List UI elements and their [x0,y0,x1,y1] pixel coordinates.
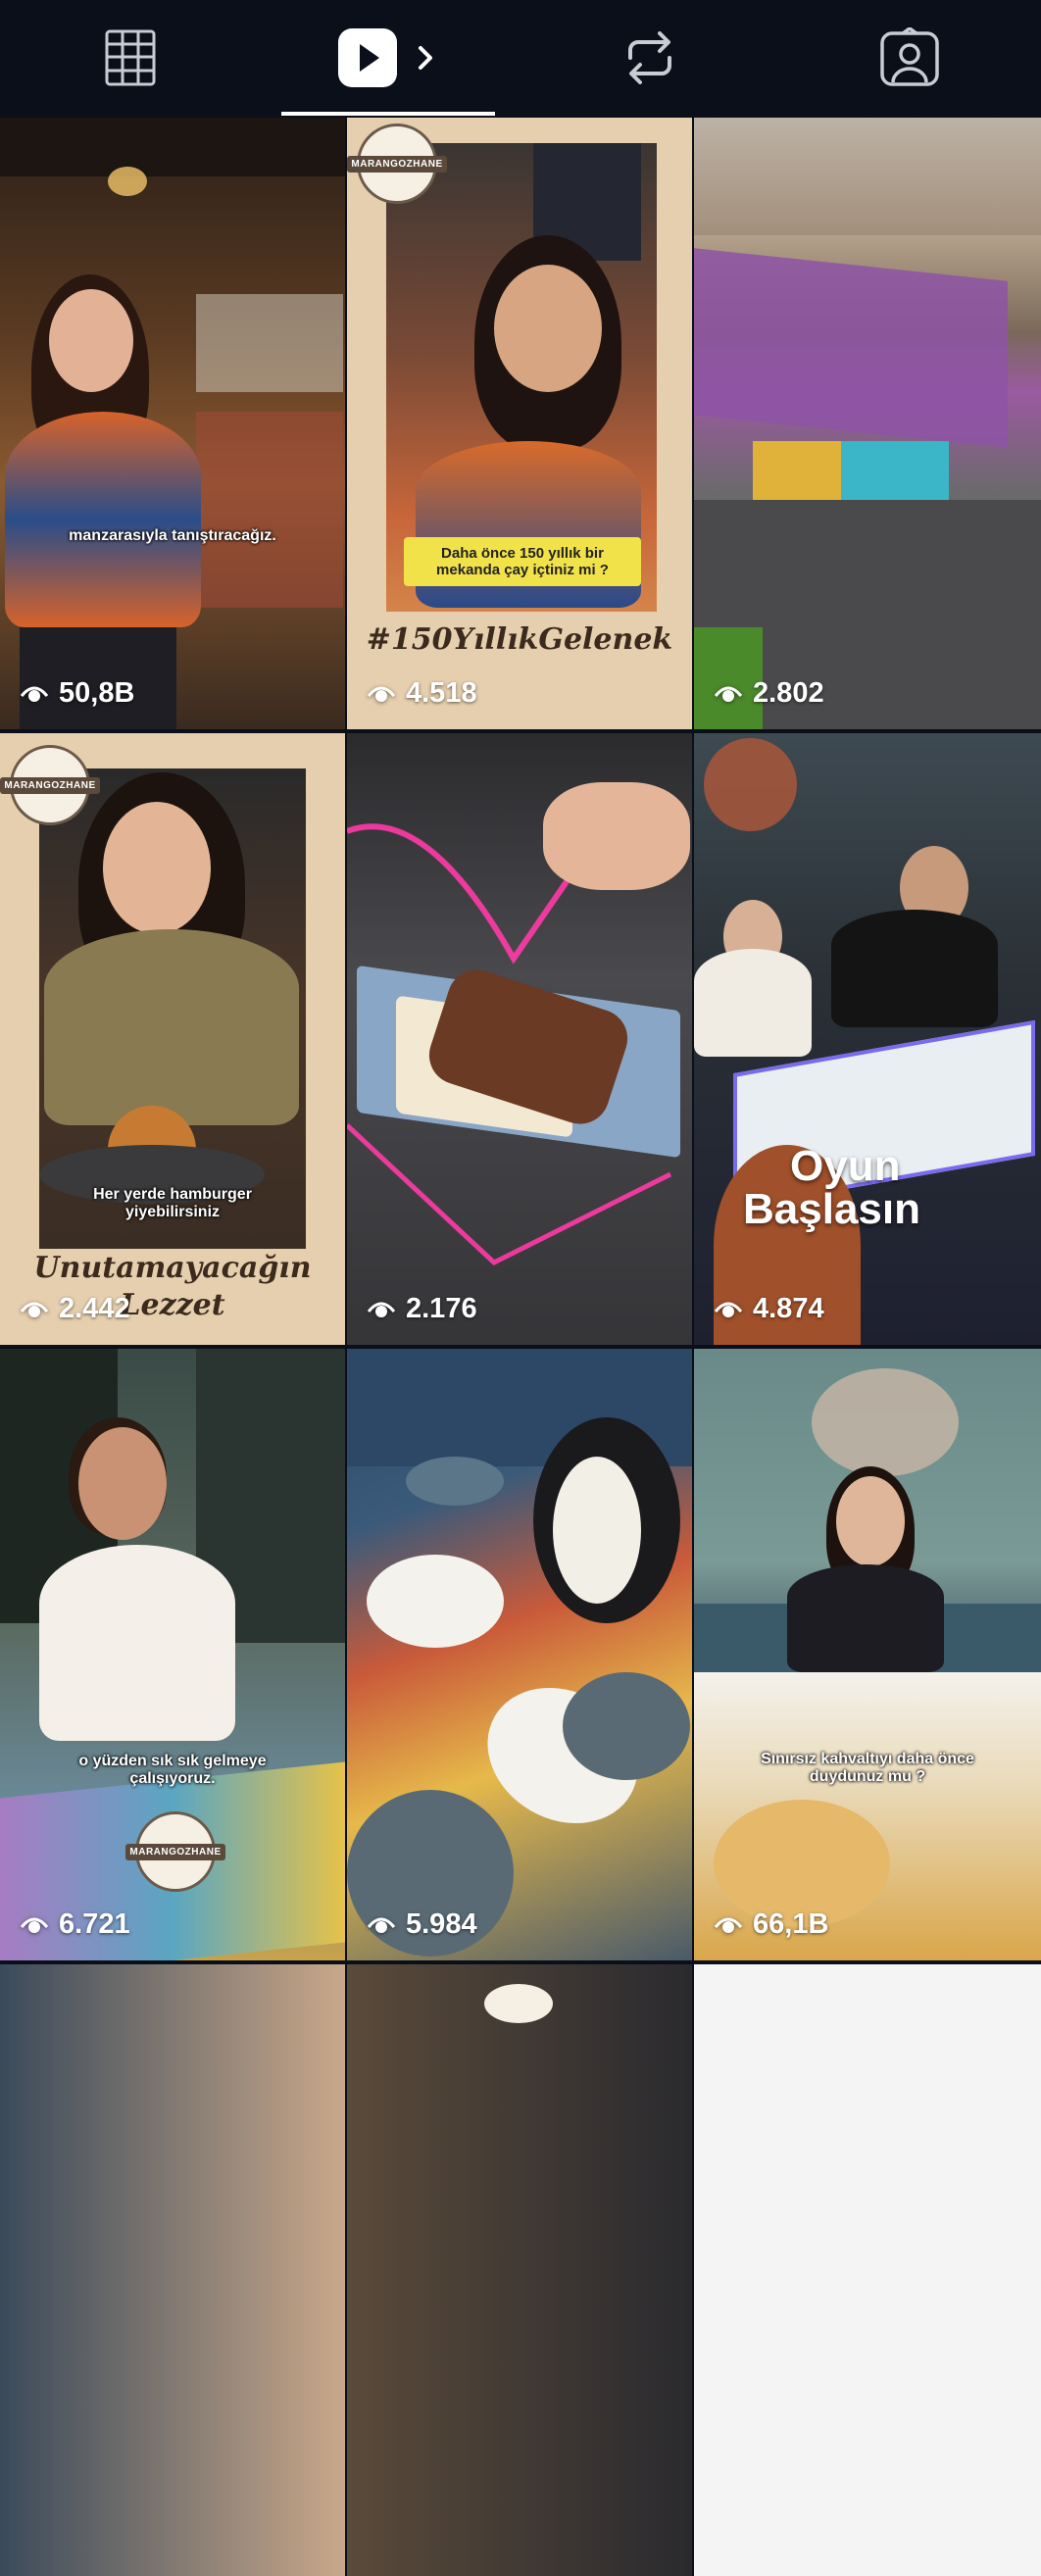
view-count: 66,1B [714,1908,828,1941]
reel-caption: manzarasıyla tanıştıracağız. [69,527,276,544]
reel-script-title: Unutamayacağın [33,1251,312,1285]
reposts-tab[interactable] [520,0,779,116]
reel-thumbnail[interactable]: o yüzden sık sık gelmeye çalışıyoruz. MA… [0,1349,345,1960]
view-count: 6.721 [20,1908,130,1941]
view-count: 50,8B [20,677,134,710]
views-eye-icon [20,1917,49,1933]
reel-thumbnail[interactable]: Sınırsız kahvaltıyı daha önce duydunuz m… [694,1349,1041,1960]
view-count: 5.984 [367,1908,477,1941]
views-eye-icon [714,686,743,702]
profile-tab-bar [0,0,1041,116]
reels-grid: manzarasıyla tanıştıracağız. 50,8B MARAN… [0,118,1041,2576]
brand-logo: MARANGOZHANE [125,1811,225,1892]
view-count: 2.176 [367,1293,477,1325]
reel-thumbnail[interactable]: manzarasıyla tanıştıracağız. 50,8B [0,118,345,729]
reel-thumbnail[interactable]: MARANGOZHANE Daha önce 150 yıllık bir me… [347,118,692,729]
reel-caption: Daha önce 150 yıllık bir mekanda çay içt… [404,537,641,586]
tagged-person-icon [879,27,939,86]
views-eye-icon [367,1917,396,1933]
view-count: 2.802 [714,677,824,710]
view-count: 4.874 [714,1293,824,1325]
views-eye-icon [20,1302,49,1317]
brand-logo: MARANGOZHANE [347,124,447,204]
reel-thumbnail[interactable]: 2.176 [347,733,692,1345]
views-eye-icon [714,1917,743,1933]
reels-play-icon [337,28,432,87]
reel-thumbnail[interactable]: 2.802 [694,118,1041,729]
repost-icon [627,31,671,84]
partial-reel-1[interactable] [0,1964,345,2576]
partial-reel-3[interactable] [694,1964,1041,2576]
view-count: 2.442 [20,1293,130,1325]
reel-caption: Her yerde hamburger yiyebilirsiniz [93,1186,252,1220]
reel-thumbnail[interactable]: 5.984 [347,1349,692,1960]
view-count: 4.518 [367,677,477,710]
views-eye-icon [367,686,396,702]
reel-title: Oyun [790,1142,901,1190]
brand-logo: MARANGOZHANE [0,745,100,825]
reel-thumbnail[interactable]: MARANGOZHANE Her yerde hamburger yiyebil… [0,733,345,1345]
grid-tab[interactable] [0,0,260,116]
views-eye-icon [714,1302,743,1317]
reels-tab[interactable] [260,0,520,116]
reel-hashtag: #150YıllıkGelenek [366,622,673,657]
tagged-tab[interactable] [779,0,1039,116]
reel-title-line2: Başlasın [743,1185,920,1233]
partial-reel-2[interactable] [347,1964,692,2576]
grid-icon [105,29,155,86]
reel-caption: o yüzden sık sık gelmeye çalışıyoruz. [78,1753,267,1787]
active-tab-indicator [281,112,495,116]
views-eye-icon [20,686,49,702]
views-eye-icon [367,1302,396,1317]
reel-thumbnail[interactable]: Oyun Başlasın 4.874 [694,733,1041,1345]
reel-caption: Sınırsız kahvaltıyı daha önce duydunuz m… [761,1751,974,1785]
